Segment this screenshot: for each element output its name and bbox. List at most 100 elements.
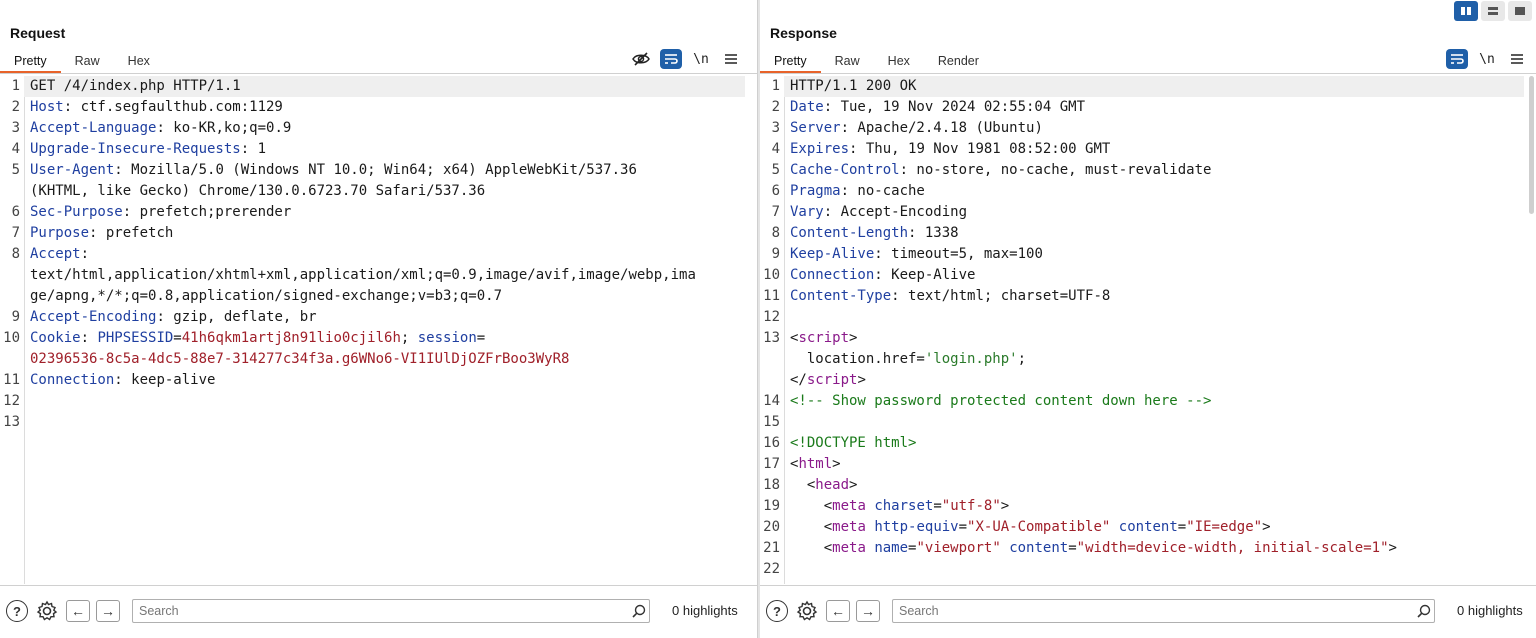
request-code[interactable]: 1 GET /4/index.php HTTP/1.1 2 Host: ctf.seg… (0, 76, 745, 433)
code-line[interactable]: </script> (760, 370, 1524, 391)
code-line[interactable]: 3 Server: Apache/2.4.18 (Ubuntu) (760, 118, 1524, 139)
code-line[interactable]: 8 Accept: (0, 244, 745, 265)
code-line[interactable]: 11 Content-Type: text/html; charset=UTF-8 (760, 286, 1524, 307)
line-text: Cookie: PHPSESSID=41h6qkm1artj8n91lio0cj… (24, 328, 745, 349)
code-line[interactable]: (KHTML, like Gecko) Chrome/130.0.6723.70… (0, 181, 745, 202)
line-text: (KHTML, like Gecko) Chrome/130.0.6723.70… (24, 181, 745, 202)
line-text: Vary: Accept-Encoding (784, 202, 1524, 223)
settings-gear-icon[interactable] (795, 599, 819, 623)
code-line[interactable]: 7 Purpose: prefetch (0, 223, 745, 244)
code-line[interactable]: 22 (760, 559, 1524, 580)
code-line[interactable]: 2 Host: ctf.segfaulthub.com:1129 (0, 97, 745, 118)
request-editor[interactable]: 1 GET /4/index.php HTTP/1.1 2 Host: ctf.seg… (0, 76, 757, 584)
code-line[interactable]: 1 GET /4/index.php HTTP/1.1 (0, 76, 745, 97)
code-line[interactable]: 1 HTTP/1.1 200 OK (760, 76, 1524, 97)
code-line[interactable]: 18 <head> (760, 475, 1524, 496)
top-bottom-layout-icon[interactable] (1481, 1, 1505, 21)
code-line[interactable]: 7 Vary: Accept-Encoding (760, 202, 1524, 223)
code-line[interactable]: 8 Content-Length: 1338 (760, 223, 1524, 244)
search-icon[interactable] (629, 604, 649, 618)
newline-toggle[interactable]: \n (690, 49, 712, 69)
line-number: 1 (771, 78, 780, 94)
code-token: meta (832, 519, 866, 535)
newline-toggle[interactable]: \n (1476, 49, 1498, 69)
code-line[interactable]: 5 User-Agent: Mozilla/5.0 (Windows NT 10.… (0, 160, 745, 181)
response-highlights-count: 0 highlights (1457, 603, 1523, 618)
code-line[interactable]: 10 Cookie: PHPSESSID=41h6qkm1artj8n91lio0… (0, 328, 745, 349)
line-text: </script> (784, 370, 1524, 391)
code-line[interactable]: 17 <html> (760, 454, 1524, 475)
code-line[interactable]: location.href='login.php'; (760, 349, 1524, 370)
line-text: Connection: keep-alive (24, 370, 745, 391)
code-line[interactable]: 02396536-8c5a-4dc5-88e7-314277c34f3a.g6W… (0, 349, 745, 370)
line-text: Server: Apache/2.4.18 (Ubuntu) (784, 118, 1524, 139)
line-number (760, 349, 784, 370)
line-text: Accept-Language: ko-KR,ko;q=0.9 (24, 118, 745, 139)
response-tab-hex[interactable]: Hex (874, 50, 924, 73)
code-line[interactable]: 15 (760, 412, 1524, 433)
code-token: : Keep-Alive (874, 267, 976, 283)
request-tab-hex[interactable]: Hex (114, 50, 164, 73)
word-wrap-icon[interactable] (1446, 49, 1468, 69)
search-icon[interactable] (1414, 604, 1434, 618)
code-line[interactable]: ge/apng,*/*;q=0.8,application/signed-exc… (0, 286, 745, 307)
side-by-side-layout-icon[interactable] (1454, 1, 1478, 21)
line-number: 17 (763, 456, 780, 472)
code-line[interactable]: 4 Upgrade-Insecure-Requests: 1 (0, 139, 745, 160)
menu-icon[interactable] (720, 49, 742, 69)
code-line[interactable]: 21 <meta name="viewport" content="width=… (760, 538, 1524, 559)
request-tab-pretty[interactable]: Pretty (0, 50, 61, 73)
line-number: 11 (763, 288, 780, 304)
back-arrow-button[interactable]: ← (66, 599, 90, 623)
code-line[interactable]: 9 Accept-Encoding: gzip, deflate, br (0, 307, 745, 328)
code-line[interactable]: 3 Accept-Language: ko-KR,ko;q=0.9 (0, 118, 745, 139)
help-icon[interactable]: ? (765, 599, 789, 623)
code-token: "utf-8" (941, 498, 1001, 514)
line-text: location.href='login.php'; (784, 349, 1524, 370)
code-line[interactable]: 14 <!-- Show password protected content d… (760, 391, 1524, 412)
forward-arrow-button[interactable]: → (856, 599, 880, 623)
word-wrap-icon[interactable] (660, 49, 682, 69)
code-line[interactable]: 13 <script> (760, 328, 1524, 349)
code-line[interactable]: 12 (0, 391, 745, 412)
code-line[interactable]: 6 Pragma: no-cache (760, 181, 1524, 202)
code-token: Cache-Control (790, 162, 900, 178)
menu-icon[interactable] (1506, 49, 1528, 69)
back-arrow-button[interactable]: ← (826, 599, 850, 623)
line-number: 8 (11, 246, 20, 262)
line-text: 02396536-8c5a-4dc5-88e7-314277c34f3a.g6W… (24, 349, 745, 370)
forward-arrow-button[interactable]: → (96, 599, 120, 623)
response-editor[interactable]: 1 HTTP/1.1 200 OK 2 Date: Tue, 19 Nov 2024 … (760, 76, 1536, 584)
code-line[interactable]: 2 Date: Tue, 19 Nov 2024 02:55:04 GMT (760, 97, 1524, 118)
request-tab-raw[interactable]: Raw (61, 50, 114, 73)
code-line[interactable]: 12 (760, 307, 1524, 328)
code-line[interactable]: 20 <meta http-equiv="X-UA-Compatible" co… (760, 517, 1524, 538)
code-token: script (798, 330, 850, 346)
settings-gear-icon[interactable] (35, 599, 59, 623)
response-tab-render[interactable]: Render (924, 50, 993, 73)
code-line[interactable]: 4 Expires: Thu, 19 Nov 1981 08:52:00 GMT (760, 139, 1524, 160)
code-line[interactable]: 10 Connection: Keep-Alive (760, 265, 1524, 286)
code-line[interactable]: 11 Connection: keep-alive (0, 370, 745, 391)
code-line[interactable]: 6 Sec-Purpose: prefetch;prerender (0, 202, 745, 223)
request-search-input[interactable] (133, 601, 629, 621)
code-line[interactable]: 9 Keep-Alive: timeout=5, max=100 (760, 244, 1524, 265)
code-line[interactable]: 19 <meta charset="utf-8"> (760, 496, 1524, 517)
code-token: <!DOCTYPE html> (790, 435, 917, 451)
response-tab-raw[interactable]: Raw (821, 50, 874, 73)
code-line[interactable]: 5 Cache-Control: no-store, no-cache, must… (760, 160, 1524, 181)
response-scrollbar[interactable] (1529, 76, 1534, 214)
code-line[interactable]: text/html,application/xhtml+xml,applicat… (0, 265, 745, 286)
response-code[interactable]: 1 HTTP/1.1 200 OK 2 Date: Tue, 19 Nov 2024 … (760, 76, 1524, 580)
tabbed-layout-icon[interactable] (1508, 1, 1532, 21)
help-icon[interactable]: ? (5, 599, 29, 623)
response-tab-pretty[interactable]: Pretty (760, 50, 821, 73)
response-search-input[interactable] (893, 601, 1414, 621)
code-token: > (849, 477, 858, 493)
line-number: 3 (11, 120, 20, 136)
hide-non-printable-icon[interactable] (630, 49, 652, 69)
line-text: <meta http-equiv="X-UA-Compatible" conte… (784, 517, 1524, 538)
code-token: : 1338 (908, 225, 959, 241)
code-line[interactable]: 16 <!DOCTYPE html> (760, 433, 1524, 454)
code-line[interactable]: 13 (0, 412, 745, 433)
